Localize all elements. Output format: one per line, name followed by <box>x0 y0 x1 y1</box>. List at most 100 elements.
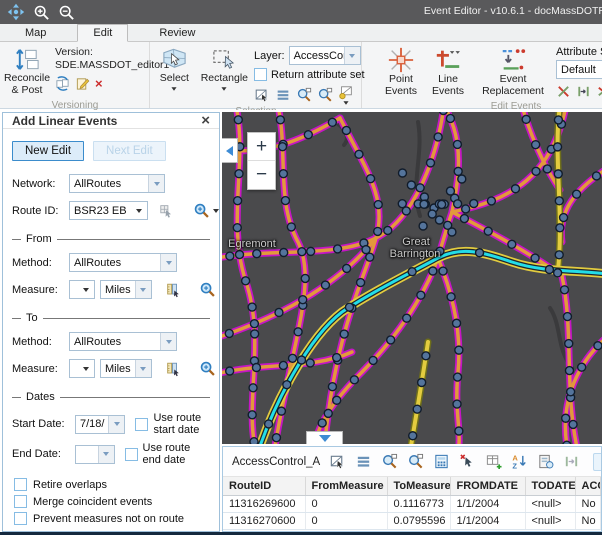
table-select-features-icon[interactable] <box>329 453 346 470</box>
table-data-source-icon[interactable] <box>537 453 554 470</box>
rectangle-tool-icon <box>211 46 238 73</box>
event-replacement-button[interactable]: Event Replacement <box>472 44 554 100</box>
line-events-button[interactable]: Line Events <box>426 44 470 100</box>
select-button[interactable]: Select <box>154 44 195 93</box>
new-edit-button[interactable]: New Edit <box>12 141 84 161</box>
select-by-area-icon[interactable] <box>254 87 270 103</box>
attribute-set-dropdown[interactable]: Default <box>556 60 602 79</box>
edit-version-icon[interactable] <box>75 76 90 91</box>
to-zoom-icon[interactable] <box>199 360 216 377</box>
pan-to-selection-icon[interactable] <box>317 87 333 103</box>
select-dropdown-icon[interactable] <box>172 87 177 90</box>
route-id-dropdown-arrow-icon[interactable] <box>131 202 147 219</box>
reconcile-post-icon <box>14 46 41 73</box>
table-save-button[interactable]: Save <box>593 453 601 471</box>
rectangle-dropdown-icon[interactable] <box>222 87 227 90</box>
end-date-input[interactable] <box>75 445 115 464</box>
tab-review[interactable]: Review <box>144 25 210 41</box>
table-add-record-icon[interactable] <box>485 453 502 470</box>
table-delete-selected-icon[interactable] <box>459 453 476 470</box>
start-date-arrow-icon[interactable] <box>108 416 124 433</box>
from-measure-on-map-icon[interactable] <box>165 282 181 298</box>
layer-dropdown[interactable]: AccessControl_A <box>289 46 361 65</box>
from-units-arrow-icon[interactable] <box>135 281 151 298</box>
map-view[interactable]: + − EgremontGreatBarrington <box>222 112 602 444</box>
zoom-to-route-dropdown-icon[interactable] <box>213 209 219 213</box>
tab-map[interactable]: Map <box>10 25 61 41</box>
close-icon[interactable]: × <box>201 113 210 128</box>
point-events-icon <box>387 46 415 74</box>
trim-event-icon[interactable] <box>596 84 602 99</box>
next-edit-button[interactable]: Next Edit <box>93 141 166 161</box>
to-measure-label: Measure: <box>12 363 64 375</box>
return-attribute-set-checkbox[interactable] <box>254 68 267 81</box>
delete-version-icon[interactable]: × <box>95 77 103 90</box>
merge-event-icon[interactable] <box>576 84 591 99</box>
zoom-in-icon[interactable] <box>32 3 50 21</box>
attribute-set-label: Attribute Set: <box>556 46 602 58</box>
zoom-out-icon[interactable] <box>57 3 75 21</box>
retire-overlaps-checkbox[interactable] <box>14 478 27 491</box>
to-units-dropdown[interactable]: Miles <box>100 359 152 378</box>
col-routeid[interactable]: RouteID <box>223 477 305 496</box>
col-todate[interactable]: TODATE <box>525 477 575 496</box>
to-method-dropdown[interactable]: AllRoutes <box>69 332 177 351</box>
tab-edit[interactable]: Edit <box>77 24 128 42</box>
to-units-arrow-icon[interactable] <box>135 360 151 377</box>
table-zoom-selected-icon[interactable] <box>381 453 398 470</box>
from-units-dropdown[interactable]: Miles <box>100 280 152 299</box>
to-measure-on-map-icon[interactable] <box>165 361 181 377</box>
start-date-input[interactable]: 7/18/ <box>75 415 125 434</box>
title-bar: Event Editor - v10.6.1 - docMassDOTR <box>0 0 602 24</box>
use-route-end-date-checkbox[interactable] <box>125 448 138 461</box>
table-sort-icon[interactable]: AZ <box>511 453 528 470</box>
prevent-measures-checkbox[interactable] <box>14 512 27 525</box>
merge-coincident-events-checkbox[interactable] <box>14 495 27 508</box>
point-events-button[interactable]: Point Events <box>378 44 424 100</box>
col-tomeasure[interactable]: ToMeasure <box>387 477 450 496</box>
col-fromdate[interactable]: FROMDATE <box>450 477 525 496</box>
rectangle-button[interactable]: Rectangle <box>200 44 249 93</box>
collapse-down-icon <box>319 435 331 442</box>
end-date-arrow-icon[interactable] <box>98 446 114 463</box>
pan-icon[interactable] <box>7 3 25 21</box>
sync-version-icon[interactable] <box>55 76 70 91</box>
network-dropdown-arrow-icon[interactable] <box>148 175 164 192</box>
reconcile-post-button[interactable]: Reconcile & Post <box>4 44 50 99</box>
start-date-label: Start Date: <box>12 418 70 430</box>
layer-dropdown-arrow-icon[interactable] <box>344 47 360 64</box>
map-place-label: Egremont <box>228 238 276 250</box>
to-measure-arrow-icon[interactable] <box>78 360 94 377</box>
from-measure-arrow-icon[interactable] <box>78 281 94 298</box>
network-dropdown[interactable]: AllRoutes <box>69 174 165 193</box>
route-id-dropdown[interactable]: BSR23 EB <box>69 201 148 220</box>
from-method-dropdown[interactable]: AllRoutes <box>69 253 177 272</box>
map-zoom-in-button[interactable]: + <box>248 133 275 161</box>
split-event-icon[interactable] <box>556 84 571 99</box>
table-header-row: RouteID FromMeasure ToMeasure FROMDATE T… <box>223 477 601 496</box>
clear-selection-button[interactable] <box>338 85 354 105</box>
collapse-table-button[interactable] <box>306 431 343 444</box>
from-zoom-icon[interactable] <box>199 281 216 298</box>
selection-list-icon[interactable] <box>275 87 291 103</box>
col-accesscontrol[interactable]: ACCESSCONTROL <box>575 477 601 496</box>
map-canvas[interactable] <box>222 112 602 444</box>
table-row[interactable]: 11316269600 0 0.1116773 1/1/2004 <null> … <box>223 496 601 513</box>
col-frommeasure[interactable]: FromMeasure <box>305 477 387 496</box>
to-method-arrow-icon[interactable] <box>160 333 176 350</box>
zoom-to-selection-icon[interactable] <box>296 87 312 103</box>
from-measure-input[interactable] <box>69 280 95 299</box>
table-row[interactable]: 11316270600 0 0.0795596 1/1/2004 <null> … <box>223 513 601 530</box>
to-measure-input[interactable] <box>69 359 95 378</box>
table-split-icon[interactable] <box>563 453 580 470</box>
zoom-to-route-button[interactable] <box>193 202 219 219</box>
table-pan-selected-icon[interactable] <box>407 453 424 470</box>
clear-selection-dropdown-icon[interactable] <box>343 101 348 104</box>
map-zoom-out-button[interactable]: − <box>248 161 275 189</box>
select-route-on-map-icon[interactable] <box>159 203 175 219</box>
collapse-panel-button[interactable] <box>222 138 238 163</box>
table-list-icon[interactable] <box>355 453 372 470</box>
table-calculator-icon[interactable] <box>433 453 450 470</box>
use-route-start-date-checkbox[interactable] <box>135 418 148 431</box>
from-method-arrow-icon[interactable] <box>160 254 176 271</box>
